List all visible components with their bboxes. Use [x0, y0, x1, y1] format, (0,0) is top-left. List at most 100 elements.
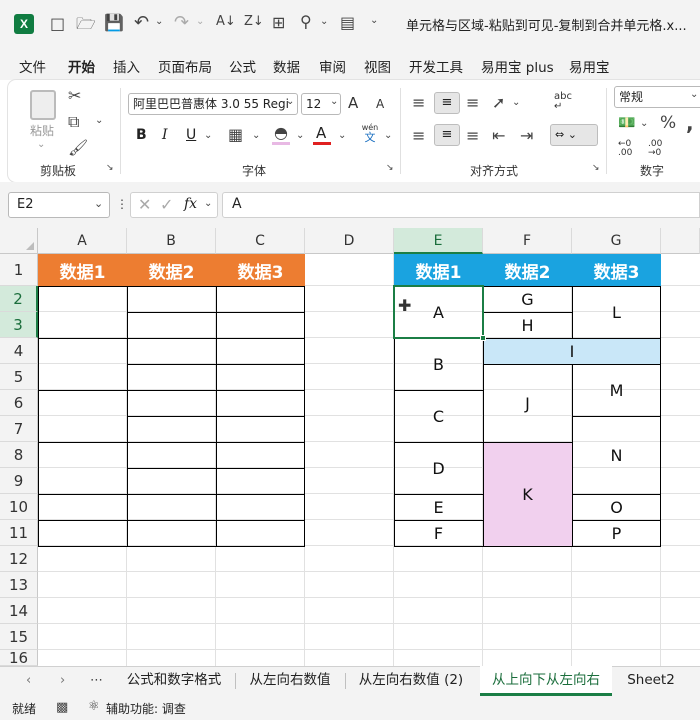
column-header-e[interactable]: E — [394, 228, 483, 254]
cell-g[interactable]: G — [483, 286, 572, 312]
row-header-16[interactable]: 16 — [0, 650, 38, 666]
format-painter-icon[interactable]: 🖌 — [68, 140, 88, 156]
column-header-h[interactable] — [661, 228, 700, 254]
cell-d[interactable]: D — [394, 442, 483, 494]
phonetic-dropdown-icon[interactable]: ⌄ — [384, 131, 392, 141]
row-header-3[interactable]: 3 — [0, 312, 38, 338]
increase-indent-icon[interactable]: ⇥ — [520, 128, 533, 144]
row-header-8[interactable]: 8 — [0, 442, 38, 468]
menu-formulas[interactable]: 公式 — [229, 56, 256, 76]
row-header-11[interactable]: 11 — [0, 520, 38, 546]
menu-easyuse-plus[interactable]: 易用宝 plus — [481, 56, 554, 76]
cell-b[interactable]: B — [394, 338, 483, 390]
select-all-corner[interactable] — [0, 228, 38, 254]
font-name-dropdown-icon[interactable]: ⌄ — [286, 97, 294, 107]
column-header-d[interactable]: D — [305, 228, 394, 254]
align-bottom-icon[interactable]: ≡ — [466, 95, 479, 111]
new-file-icon[interactable]: □ — [50, 16, 65, 32]
right-header-1[interactable]: 数据1 — [394, 254, 483, 286]
comma-style-icon[interactable]: , — [686, 113, 694, 133]
increase-decimal-icon[interactable]: ←0.00 — [618, 140, 632, 158]
tab-left-to-right[interactable]: 从左向右数值 — [238, 666, 342, 696]
sort-ascending-icon[interactable]: A↓ — [216, 15, 236, 28]
left-header-1[interactable]: 数据1 — [38, 254, 127, 286]
cell-l[interactable]: L — [572, 286, 661, 338]
row-header-12[interactable]: 12 — [0, 546, 38, 572]
copy-icon[interactable]: ⧉ — [68, 114, 79, 130]
row-header-9[interactable]: 9 — [0, 468, 38, 494]
currency-dropdown-icon[interactable]: ⌄ — [640, 119, 648, 129]
cell-i[interactable]: I — [483, 338, 661, 364]
increase-font-icon[interactable]: A — [348, 94, 358, 112]
cell-j[interactable]: J — [483, 364, 572, 442]
undo-dropdown-icon[interactable]: ⌄ — [155, 17, 163, 27]
cell-k[interactable]: K — [483, 442, 572, 546]
row-header-5[interactable]: 5 — [0, 364, 38, 390]
align-middle-button[interactable]: ≡ — [434, 92, 460, 114]
font-color-icon[interactable]: A — [316, 124, 326, 142]
row-header-14[interactable]: 14 — [0, 598, 38, 624]
name-box-dropdown-icon[interactable]: ⌄ — [94, 198, 103, 209]
menu-insert[interactable]: 插入 — [113, 56, 140, 76]
number-format-select[interactable]: 常规 — [614, 86, 700, 108]
clipboard-launcher-icon[interactable]: ↘ — [106, 164, 114, 173]
menu-review[interactable]: 审阅 — [319, 56, 346, 76]
tab-top-down-left-right[interactable]: 从上向下从左向右 — [480, 666, 612, 696]
column-header-a[interactable]: A — [38, 228, 127, 254]
font-launcher-icon[interactable]: ↘ — [386, 164, 394, 173]
row-header-2[interactable]: 2 — [0, 286, 38, 312]
borders-icon[interactable]: ⊞ — [272, 15, 285, 31]
open-folder-icon[interactable]: 🗁 — [76, 16, 96, 32]
align-right-icon[interactable]: ≡ — [466, 128, 479, 144]
confirm-formula-icon[interactable]: ✓ — [160, 197, 173, 213]
cell-p[interactable]: P — [572, 520, 661, 546]
row-header-15[interactable]: 15 — [0, 624, 38, 650]
menu-page-layout[interactable]: 页面布局 — [158, 56, 212, 76]
cancel-formula-icon[interactable]: ✕ — [138, 197, 151, 213]
cell-h[interactable]: H — [483, 312, 572, 338]
paste-dropdown-icon[interactable]: ⌄ — [37, 140, 45, 150]
right-header-3[interactable]: 数据3 — [572, 254, 661, 286]
percent-icon[interactable]: % — [660, 115, 676, 132]
column-header-f[interactable]: F — [483, 228, 572, 254]
decrease-decimal-icon[interactable]: .00 →0 — [648, 140, 662, 158]
row-header-10[interactable]: 10 — [0, 494, 38, 520]
menu-view[interactable]: 视图 — [364, 56, 391, 76]
formula-input[interactable] — [222, 192, 700, 218]
copy-dropdown-icon[interactable]: ⌄ — [95, 116, 103, 126]
cell-o[interactable]: O — [572, 494, 661, 520]
font-color-dropdown-icon[interactable]: ⌄ — [338, 131, 346, 141]
save-icon[interactable]: 💾 — [104, 15, 124, 31]
form-icon[interactable]: ▤ — [340, 15, 355, 31]
insert-function-button[interactable]: fx — [184, 196, 197, 212]
fill-color-dropdown-icon[interactable]: ⌄ — [296, 131, 304, 141]
column-header-b[interactable]: B — [127, 228, 216, 254]
redo-dropdown-icon[interactable]: ⌄ — [196, 17, 204, 27]
bold-button[interactable]: B — [136, 127, 147, 143]
more-options-icon[interactable]: ⋮ — [116, 198, 128, 210]
tab-scroll-right-icon[interactable]: › — [60, 674, 65, 687]
status-accessibility[interactable]: 辅助功能: 调查 — [106, 700, 186, 717]
number-format-dropdown-icon[interactable]: ⌄ — [690, 90, 698, 100]
underline-button[interactable]: U — [186, 127, 196, 143]
font-name-select[interactable]: 阿里巴巴普惠体 3.0 55 Regi — [128, 93, 298, 115]
cell-e[interactable]: E — [394, 494, 483, 520]
currency-icon[interactable]: 💵 — [618, 116, 635, 130]
row-header-13[interactable]: 13 — [0, 572, 38, 598]
underline-dropdown-icon[interactable]: ⌄ — [204, 131, 212, 141]
tab-scroll-left-icon[interactable]: ‹ — [26, 674, 31, 687]
orientation-dropdown-icon[interactable]: ⌄ — [512, 98, 520, 108]
fx-dropdown-icon[interactable]: ⌄ — [204, 199, 212, 209]
row-header-6[interactable]: 6 — [0, 390, 38, 416]
decrease-indent-icon[interactable]: ⇤ — [492, 128, 505, 144]
macro-record-icon[interactable]: ▩ — [56, 701, 68, 714]
italic-button[interactable]: I — [162, 127, 168, 143]
sort-descending-icon[interactable]: Z↓ — [244, 15, 264, 28]
border-icon[interactable]: ▦ — [228, 127, 243, 143]
undo-icon[interactable]: ↶ — [134, 14, 149, 32]
menu-easyuse[interactable]: 易用宝 — [569, 56, 610, 76]
cell-c[interactable]: C — [394, 390, 483, 442]
font-size-dropdown-icon[interactable]: ⌄ — [330, 97, 338, 107]
cell-f[interactable]: F — [394, 520, 483, 546]
align-center-button[interactable]: ≡ — [434, 124, 460, 146]
